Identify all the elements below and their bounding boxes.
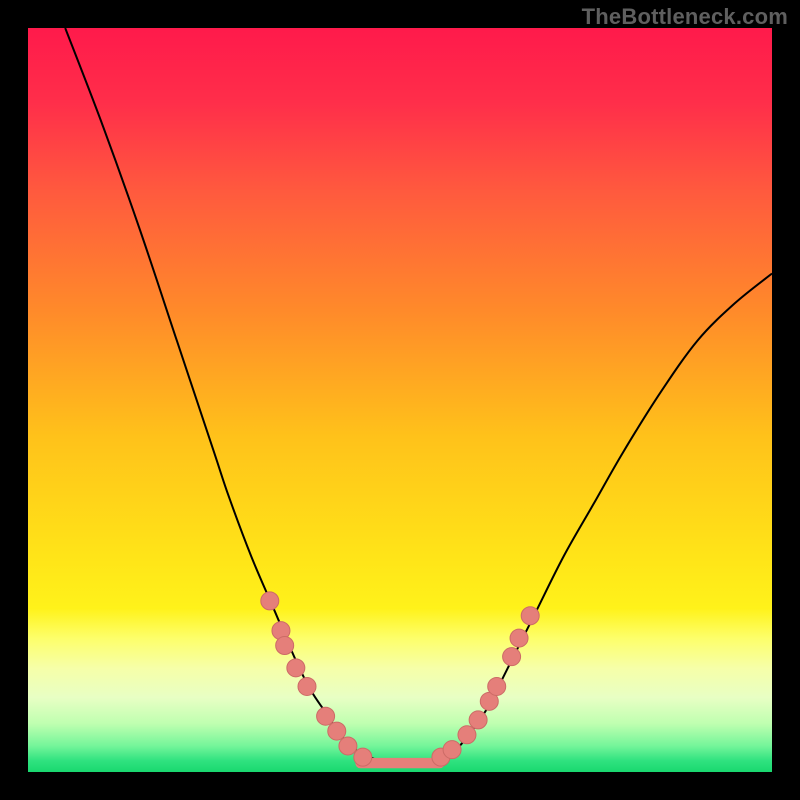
curve-marker xyxy=(328,722,346,740)
curve-marker xyxy=(261,592,279,610)
watermark-text: TheBottleneck.com xyxy=(582,4,788,30)
curve-marker xyxy=(317,707,335,725)
curve-marker xyxy=(443,741,461,759)
curve-marker xyxy=(298,677,316,695)
curve-marker xyxy=(503,648,521,666)
plot-area xyxy=(28,28,772,772)
curve-marker xyxy=(339,737,357,755)
curve-marker xyxy=(276,637,294,655)
curve-marker xyxy=(458,726,476,744)
curve-marker xyxy=(510,629,528,647)
curve-marker xyxy=(469,711,487,729)
gradient-background xyxy=(28,28,772,772)
curve-marker xyxy=(354,748,372,766)
curve-marker xyxy=(488,677,506,695)
chart-svg xyxy=(28,28,772,772)
outer-frame: TheBottleneck.com xyxy=(0,0,800,800)
curve-marker xyxy=(521,607,539,625)
curve-marker xyxy=(287,659,305,677)
